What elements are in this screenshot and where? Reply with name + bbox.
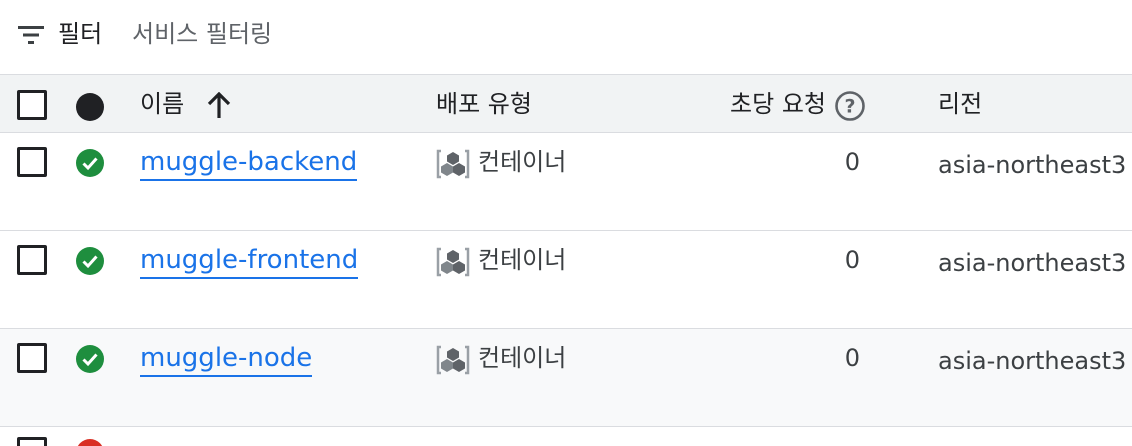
check-circle-icon [76, 149, 104, 177]
arrow-upward-icon[interactable] [206, 92, 232, 120]
table-row: muggle-node 컨테이너 0 asia-northeast3 [0, 329, 1132, 427]
column-header-region[interactable]: 리전 [938, 87, 982, 121]
row-checkbox[interactable] [17, 437, 47, 446]
filter-label[interactable]: 필터 [58, 18, 102, 50]
container-icon [436, 345, 470, 375]
filter-list-icon[interactable] [18, 24, 44, 46]
svg-text:?: ? [844, 96, 855, 118]
select-all-checkbox[interactable] [17, 90, 47, 120]
filter-services-input[interactable] [132, 14, 732, 54]
help-circle-icon[interactable]: ? [834, 90, 866, 122]
deploy-type-label: 컨테이너 [478, 246, 567, 274]
check-circle-icon [76, 247, 104, 275]
requests-per-second-value: 0 [844, 344, 860, 372]
region-value: asia-northeast3 [938, 347, 1127, 375]
region-value: asia-northeast3 [938, 249, 1127, 277]
error-status-icon [76, 439, 104, 446]
requests-per-second-value: 0 [844, 148, 860, 176]
service-name-link[interactable]: muggle-backend [140, 145, 358, 181]
filter-bar: 필터 [0, 0, 1132, 74]
row-checkbox[interactable] [17, 147, 47, 177]
table-header-row: 이름 배포 유형 초당 요청 ? 리전 [0, 74, 1132, 133]
service-name-link[interactable]: muggle-node [140, 341, 313, 377]
service-name-link[interactable]: muggle-frontend [140, 243, 359, 279]
table-row: muggle-frontend 컨테이너 0 asia-northeast3 [0, 231, 1132, 329]
region-value: asia-northeast3 [938, 151, 1127, 179]
status-column-icon [76, 93, 104, 121]
container-icon [436, 149, 470, 179]
column-header-requests-per-second[interactable]: 초당 요청 [730, 87, 826, 121]
deploy-type-label: 컨테이너 [478, 344, 567, 372]
table-row-partial [0, 427, 1132, 446]
row-checkbox[interactable] [17, 343, 47, 373]
table-row: muggle-backend 컨테이너 0 asia-northeast3 [0, 133, 1132, 231]
requests-per-second-value: 0 [844, 246, 860, 274]
column-header-name[interactable]: 이름 [140, 87, 184, 121]
container-icon [436, 247, 470, 277]
column-header-deploy-type[interactable]: 배포 유형 [436, 87, 532, 121]
deploy-type-label: 컨테이너 [478, 148, 567, 176]
check-circle-icon [76, 345, 104, 373]
row-checkbox[interactable] [17, 245, 47, 275]
